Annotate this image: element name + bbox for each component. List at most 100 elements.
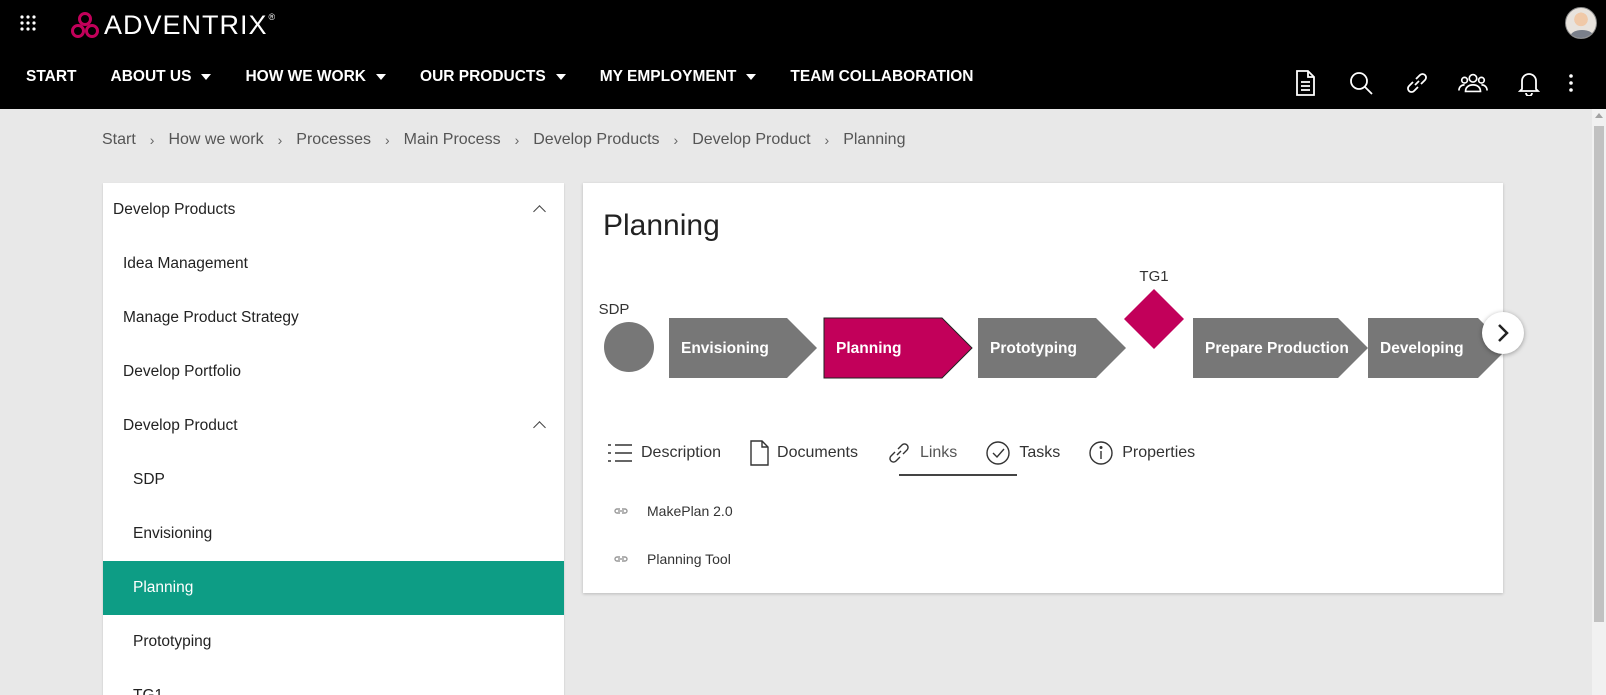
process-gate-label: TG1 [1139,268,1168,285]
bell-icon[interactable] [1514,68,1544,98]
tab-links[interactable]: Links [882,429,981,477]
breadcrumb-planning: Planning [843,131,906,148]
brand-name: ADVENTRIX [104,10,268,40]
document-icon[interactable] [1290,68,1320,98]
nav-how-we-work-label: HOW WE WORK [245,68,367,85]
breadcrumb-develop-products[interactable]: Develop Products [533,131,659,149]
user-avatar[interactable] [1565,7,1597,39]
process-step-envisioning[interactable]: Envisioning [669,318,817,378]
nav-start-label: START [26,68,77,85]
breadcrumb-develop-product[interactable]: Develop Product [692,131,810,149]
process-step-label: Developing [1380,340,1464,357]
tab-properties[interactable]: Properties [1084,429,1219,477]
tab-tasks[interactable]: Tasks [981,429,1084,477]
more-vertical-icon[interactable] [1568,73,1574,93]
breadcrumb-how-we-work[interactable]: How we work [168,131,263,149]
link-icon [889,443,909,463]
top-header: ADVENTRIX ® START ABOUT US HOW WE WORK O… [0,0,1606,109]
sidebar-item-label: Planning [133,579,194,596]
process-start-node[interactable] [604,322,654,372]
active-tab-indicator [899,474,1017,476]
sidebar-item-label: Develop Products [113,201,236,218]
sidebar-item-develop-product[interactable]: Develop Product [103,399,564,453]
sidebar-item-manage-product-strategy[interactable]: Manage Product Strategy [103,291,564,345]
sidebar-item-label: Envisioning [133,525,213,542]
breadcrumb-separator: › [514,132,520,148]
tab-label: Properties [1122,444,1196,461]
nav-my-employment[interactable]: MY EMPLOYMENT [600,68,757,86]
sidebar-item-sdp[interactable]: SDP [103,453,564,507]
sidebar-item-develop-products[interactable]: Develop Products [103,183,564,237]
process-step-label: Envisioning [681,340,769,357]
breadcrumb-separator: › [824,132,830,148]
sidebar-item-envisioning[interactable]: Envisioning [103,507,564,561]
apps-grid-icon[interactable] [19,14,37,32]
caret-down-icon [746,74,757,80]
sidebar-item-label: Develop Product [123,417,238,434]
breadcrumb-separator: › [277,132,283,148]
sidebar-item-prototyping[interactable]: Prototyping [103,615,564,669]
people-icon[interactable] [1458,68,1488,98]
sidebar-item-idea-management[interactable]: Idea Management [103,237,564,291]
process-step-label: Prepare Production [1205,340,1349,357]
process-gate-tg1[interactable] [1124,289,1184,349]
sidebar-item-label: SDP [133,471,165,488]
main-nav: START ABOUT US HOW WE WORK OUR PRODUCTS … [26,68,1008,86]
tab-label: Documents [777,444,858,461]
chevron-up-icon[interactable] [533,205,546,218]
brand-logo-icon [71,11,99,38]
link-item[interactable]: Planning Tool [613,551,731,567]
sidebar-item-tg1[interactable]: TG1 [103,669,564,695]
chevron-right-icon [1498,324,1509,342]
breadcrumb-separator: › [149,132,155,148]
breadcrumb-separator: › [384,132,390,148]
scroll-up-arrow-icon[interactable] [1595,113,1603,118]
nav-about-us-label: ABOUT US [110,68,192,85]
tab-label: Description [641,444,722,461]
breadcrumb-separator: › [673,132,679,148]
sidebar-item-label: Manage Product Strategy [123,309,299,326]
sidebar: Develop Products Idea Management Manage … [103,183,564,695]
link-item[interactable]: MakePlan 2.0 [613,503,733,519]
sidebar-item-label: TG1 [133,687,163,695]
caret-down-icon [555,74,566,80]
breadcrumb-main-process[interactable]: Main Process [404,131,501,149]
breadcrumb-start[interactable]: Start [102,131,136,149]
tab-documents[interactable]: Documents [745,429,882,477]
nav-my-employment-label: MY EMPLOYMENT [599,68,737,85]
breadcrumb-processes[interactable]: Processes [296,131,371,149]
sidebar-item-planning[interactable]: Planning [103,561,564,615]
tab-label: Tasks [1019,444,1061,461]
main-panel: Planning SDP Envisioning Planning Protot… [583,183,1503,593]
process-start-label: SDP [599,301,630,318]
process-diagram: SDP Envisioning Planning Prototyping TG1… [599,268,1503,379]
page-scrollbar-thumb[interactable] [1594,126,1604,622]
scroll-right-button[interactable] [1482,312,1524,354]
process-step-label: Planning [836,340,901,357]
sidebar-item-label: Develop Portfolio [123,363,242,380]
link-icon [614,508,628,514]
tab-description[interactable]: Description [603,429,745,477]
link-label: MakePlan 2.0 [647,503,733,519]
search-icon[interactable] [1346,68,1376,98]
nav-team-collaboration[interactable]: TEAM COLLABORATION [790,68,973,86]
brand-registered-mark: ® [268,11,276,22]
nav-how-we-work[interactable]: HOW WE WORK [245,68,387,86]
process-step-prepare-production[interactable]: Prepare Production [1193,318,1368,378]
process-step-label: Prototyping [990,340,1077,357]
brand-logo[interactable]: ADVENTRIX ® [70,10,275,41]
nav-our-products-label: OUR PRODUCTS [420,68,546,85]
link-icon [614,556,628,562]
tab-label: Links [919,444,958,461]
process-step-planning[interactable]: Planning [823,317,973,379]
nav-start[interactable]: START [26,68,77,86]
info-icon [1089,441,1113,465]
process-step-prototyping[interactable]: Prototyping [978,318,1126,378]
link-label: Planning Tool [647,551,731,567]
chevron-up-icon[interactable] [533,421,546,434]
nav-about-us[interactable]: ABOUT US [111,68,212,86]
breadcrumb: Start › How we work › Processes › Main P… [102,131,905,149]
nav-our-products[interactable]: OUR PRODUCTS [420,68,566,86]
link-icon[interactable] [1402,68,1432,98]
sidebar-item-develop-portfolio[interactable]: Develop Portfolio [103,345,564,399]
